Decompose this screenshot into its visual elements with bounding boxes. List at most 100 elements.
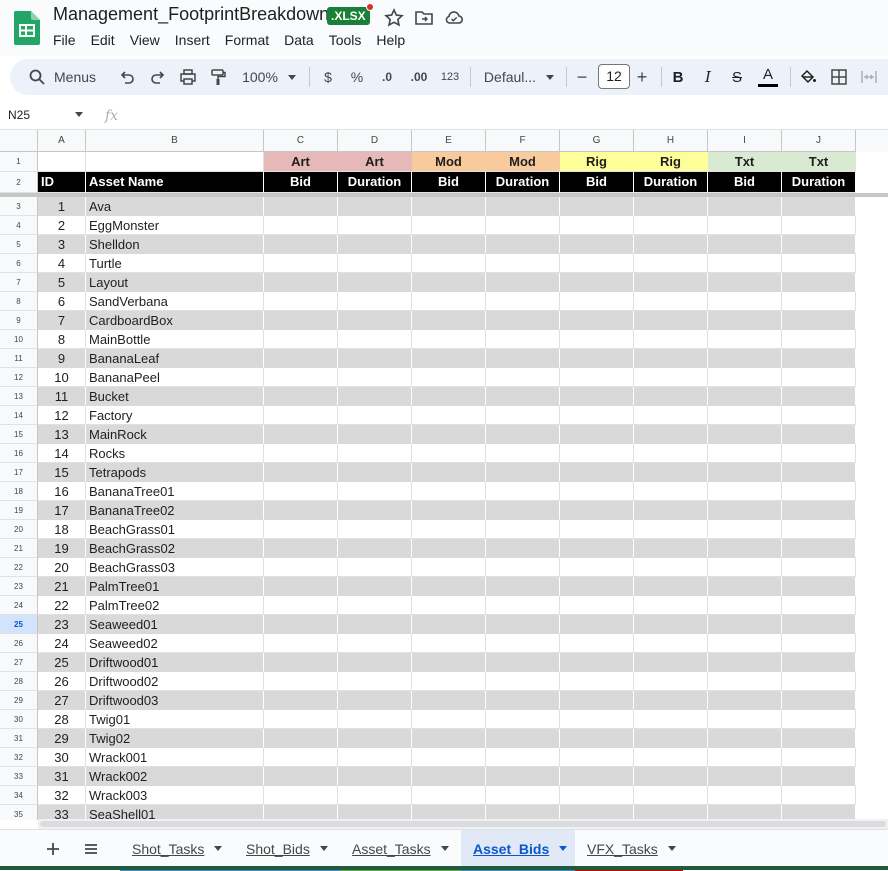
row-header[interactable]: 24: [0, 596, 38, 615]
sheet-tab-shot-bids[interactable]: Shot_Bids: [234, 830, 340, 871]
row-header[interactable]: 1: [0, 152, 38, 172]
cell[interactable]: [486, 444, 560, 463]
decrease-font-size-button[interactable]: −: [573, 59, 591, 95]
asset-name-cell[interactable]: Wrack002: [86, 767, 264, 786]
cell[interactable]: [634, 596, 708, 615]
cell[interactable]: [486, 482, 560, 501]
asset-id-cell[interactable]: 4: [38, 254, 86, 273]
row-header[interactable]: 15: [0, 425, 38, 444]
asset-id-cell[interactable]: 1: [38, 197, 86, 216]
cell[interactable]: [486, 786, 560, 805]
bid-header-cell[interactable]: Bid: [412, 172, 486, 193]
asset-name-cell[interactable]: BananaPeel: [86, 368, 264, 387]
cell[interactable]: [782, 216, 856, 235]
row-header[interactable]: 23: [0, 577, 38, 596]
cell[interactable]: [486, 235, 560, 254]
asset-id-cell[interactable]: 17: [38, 501, 86, 520]
cell[interactable]: [412, 311, 486, 330]
cell[interactable]: [338, 539, 412, 558]
all-sheets-button[interactable]: [80, 830, 102, 867]
cell[interactable]: [708, 710, 782, 729]
cell[interactable]: [782, 520, 856, 539]
row-header[interactable]: 7: [0, 273, 38, 292]
asset-id-cell[interactable]: 27: [38, 691, 86, 710]
cell[interactable]: [264, 615, 338, 634]
row-header[interactable]: 29: [0, 691, 38, 710]
sheet-tab-vfx-tasks[interactable]: VFX_Tasks: [575, 830, 683, 871]
cell[interactable]: [412, 368, 486, 387]
row-header[interactable]: 14: [0, 406, 38, 425]
cell[interactable]: [560, 387, 634, 406]
cell[interactable]: [708, 292, 782, 311]
cell[interactable]: [264, 425, 338, 444]
sheet-tab-shot-tasks[interactable]: Shot_Tasks: [120, 830, 234, 871]
cell[interactable]: [708, 444, 782, 463]
cell[interactable]: [338, 653, 412, 672]
cell[interactable]: [708, 216, 782, 235]
row-header[interactable]: 6: [0, 254, 38, 273]
row-header[interactable]: 31: [0, 729, 38, 748]
asset-name-cell[interactable]: MainBottle: [86, 330, 264, 349]
cell[interactable]: [412, 577, 486, 596]
department-header-cell[interactable]: Txt: [782, 152, 856, 172]
cell[interactable]: [708, 653, 782, 672]
cell[interactable]: [264, 767, 338, 786]
cell[interactable]: [412, 691, 486, 710]
cell[interactable]: [264, 520, 338, 539]
asset-id-cell[interactable]: 14: [38, 444, 86, 463]
cell[interactable]: [634, 634, 708, 653]
cell[interactable]: [634, 368, 708, 387]
asset-name-cell[interactable]: Turtle: [86, 254, 264, 273]
asset-name-cell[interactable]: MainRock: [86, 425, 264, 444]
cell[interactable]: [264, 311, 338, 330]
asset-name-cell[interactable]: Twig01: [86, 710, 264, 729]
star-icon[interactable]: [384, 8, 404, 28]
cell[interactable]: [634, 767, 708, 786]
more-formats-button[interactable]: 123: [438, 59, 462, 95]
row-header[interactable]: 2: [0, 172, 38, 193]
cell[interactable]: [708, 349, 782, 368]
asset-id-cell[interactable]: 25: [38, 653, 86, 672]
cell[interactable]: [708, 197, 782, 216]
column-header-i[interactable]: I: [708, 130, 782, 152]
cell[interactable]: [708, 672, 782, 691]
chevron-down-icon[interactable]: [559, 846, 568, 851]
cell[interactable]: [86, 152, 264, 172]
cell[interactable]: [338, 520, 412, 539]
cell[interactable]: [412, 463, 486, 482]
asset-id-cell[interactable]: 6: [38, 292, 86, 311]
asset-id-cell[interactable]: 33: [38, 805, 86, 820]
document-title[interactable]: Management_FootprintBreakdown: [53, 4, 329, 25]
cell[interactable]: [560, 634, 634, 653]
cell[interactable]: [782, 767, 856, 786]
cell[interactable]: [412, 482, 486, 501]
column-header-b[interactable]: B: [86, 130, 264, 152]
cell[interactable]: [338, 615, 412, 634]
cell[interactable]: [782, 292, 856, 311]
cell[interactable]: [412, 539, 486, 558]
cell[interactable]: [708, 729, 782, 748]
cell[interactable]: [560, 292, 634, 311]
cell[interactable]: [560, 406, 634, 425]
cell[interactable]: [486, 634, 560, 653]
asset-name-cell[interactable]: EggMonster: [86, 216, 264, 235]
cell[interactable]: [708, 463, 782, 482]
cell[interactable]: [412, 292, 486, 311]
menu-format[interactable]: Format: [225, 32, 269, 48]
cell[interactable]: [338, 292, 412, 311]
cell[interactable]: [264, 691, 338, 710]
cell[interactable]: [782, 330, 856, 349]
column-header-c[interactable]: C: [264, 130, 338, 152]
cell[interactable]: [486, 748, 560, 767]
row-header[interactable]: 4: [0, 216, 38, 235]
cell[interactable]: [560, 577, 634, 596]
asset-name-cell[interactable]: PalmTree01: [86, 577, 264, 596]
scrollbar-thumb[interactable]: [40, 821, 886, 827]
cell[interactable]: [782, 501, 856, 520]
cell[interactable]: [338, 349, 412, 368]
cell[interactable]: [338, 672, 412, 691]
cell[interactable]: [560, 311, 634, 330]
cell[interactable]: [412, 520, 486, 539]
asset-name-cell[interactable]: Rocks: [86, 444, 264, 463]
cell[interactable]: [708, 634, 782, 653]
